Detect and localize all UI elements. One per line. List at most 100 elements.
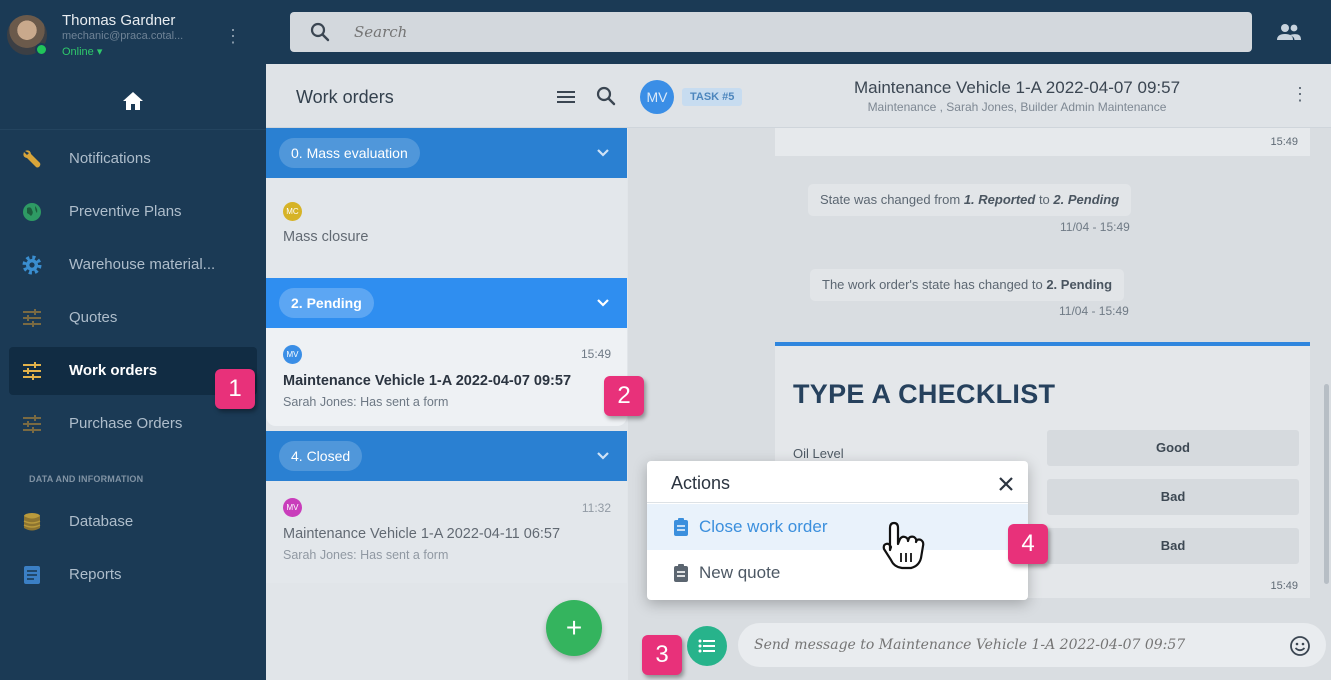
avatar: MV [283,345,302,364]
timestamp: 15:49 [1270,580,1298,592]
section-label: DATA AND INFORMATION [29,474,144,484]
divider [647,502,1028,503]
message-text: to [1035,192,1054,207]
action-label: New quote [699,563,781,582]
list-item[interactable]: MC Mass closure [266,178,627,278]
step-badge-2: 2 [604,376,644,416]
compose-bar [628,616,1331,680]
sliders-icon [23,309,41,327]
popup-title: Actions [671,473,731,493]
add-work-order-button[interactable]: + [546,600,602,656]
sidebar-item-label: Purchase Orders [69,415,183,432]
more-vert-icon[interactable]: ⋮ [1290,84,1310,108]
timestamp: 15:49 [1270,136,1298,148]
list-item[interactable]: MV 15:49 Maintenance Vehicle 1-A 2022-04… [266,328,627,426]
emoji-icon[interactable] [1289,635,1311,657]
user-status-label: Online [62,46,94,58]
sidebar-item-label: Warehouse material... [69,256,216,273]
close-icon[interactable] [997,475,1015,493]
scrollbar[interactable] [1324,384,1329,584]
clipboard-icon [674,518,688,536]
close-work-order-button[interactable]: Close work order [647,504,1028,550]
actions-button[interactable] [687,626,727,666]
list-icon [698,639,715,653]
work-order-subtitle: Sarah Jones: Has sent a form [283,395,449,409]
home-nav[interactable] [0,72,266,130]
chat-header: MV TASK #5 Maintenance Vehicle 1-A 2022-… [628,64,1331,128]
search-bar[interactable] [290,12,1252,52]
state-to: 2. Pending [1046,277,1113,292]
timestamp: 11/04 - 15:49 [1059,304,1129,318]
action-label: Close work order [699,517,828,536]
sidebar-item-warehouse[interactable]: Warehouse material... [9,241,257,289]
system-message: The work order's state has changed to 2.… [810,269,1125,301]
chat-title: Maintenance Vehicle 1-A 2022-04-07 09:57 [853,78,1181,97]
step-badge-1: 1 [215,369,255,409]
avatar: MV [283,498,302,517]
checklist-value: Good [1047,430,1299,466]
group-header-mass-evaluation[interactable]: 0. Mass evaluation [266,128,627,178]
new-quote-button[interactable]: New quote [647,550,1028,596]
state-from: 1. Reported [963,192,1036,207]
group-header-pending[interactable]: 2. Pending [266,278,627,328]
sidebar-item-label: Database [69,513,134,530]
state-to: 2. Pending [1053,192,1120,207]
group-label: 2. Pending [279,288,374,318]
hand-cursor-icon [882,521,925,570]
more-vert-icon[interactable]: ⋮ [224,24,242,48]
actions-popup: Actions Close work order New quote [647,461,1028,600]
checklist-value: Bad [1047,528,1299,564]
step-badge-3: 3 [642,635,682,675]
panel-title: Work orders [296,87,394,107]
chevron-down-icon [597,299,609,307]
sidebar-item-reports[interactable]: Reports [9,551,257,599]
sidebar-item-label: Quotes [69,309,118,326]
checklist-title: TYPE A CHECKLIST [793,379,1056,409]
checklist-value: Bad [1047,479,1299,515]
chat-subtitle: Maintenance , Sarah Jones, Builder Admin… [867,100,1167,114]
group-label: 0. Mass evaluation [279,138,420,168]
timestamp: 11/04 - 15:49 [1060,220,1130,234]
gear-icon [22,255,42,275]
user-profile[interactable]: Thomas Gardner mechanic@praca.cotal... O… [0,0,266,64]
sliders-icon [23,415,41,433]
wrench-icon [23,150,41,168]
top-bar: Thomas Gardner mechanic@praca.cotal... O… [0,0,1331,64]
user-email: mechanic@praca.cotal... [62,30,184,42]
database-icon [23,513,41,531]
user-name: Thomas Gardner [62,12,176,29]
avatar[interactable]: MV [640,80,674,114]
sidebar-item-quotes[interactable]: Quotes [9,294,257,342]
sidebar-item-preventive-plans[interactable]: Preventive Plans [9,188,257,236]
sidebar-item-label: Reports [69,566,122,583]
clipboard-icon [674,564,688,582]
sidebar-item-label: Notifications [69,150,151,167]
work-orders-header: Work orders [266,64,628,128]
people-icon[interactable] [1276,20,1302,44]
sidebar-item-database[interactable]: Database [9,498,257,546]
user-status[interactable]: Online ▾ [62,45,102,58]
system-message: State was changed from 1. Reported to 2.… [808,184,1132,216]
search-icon[interactable] [596,86,616,106]
list-view-icon[interactable] [556,88,576,106]
list-item[interactable]: MV 11:32 Maintenance Vehicle 1-A 2022-04… [266,481,627,583]
search-icon [310,22,330,42]
work-order-title: Maintenance Vehicle 1-A 2022-04-07 09:57 [283,373,572,389]
sidebar-item-notifications[interactable]: Notifications [9,135,257,183]
home-icon[interactable] [122,90,144,112]
sidebar-item-label: Preventive Plans [69,203,182,220]
work-order-subtitle: Sarah Jones: Has sent a form [283,548,449,562]
search-input[interactable] [354,12,1214,52]
group-header-closed[interactable]: 4. Closed [266,431,627,481]
document-icon [24,566,40,584]
sliders-icon [23,362,41,380]
work-order-title: Mass closure [283,229,369,245]
chevron-down-icon [597,149,609,157]
message-text: State was changed from [820,192,964,207]
globe-icon [23,203,41,221]
message-input[interactable] [738,623,1326,667]
timestamp: 11:32 [581,501,611,515]
group-label: 4. Closed [279,441,363,471]
chevron-down-icon: ▾ [96,46,103,58]
step-badge-4: 4 [1008,524,1048,564]
